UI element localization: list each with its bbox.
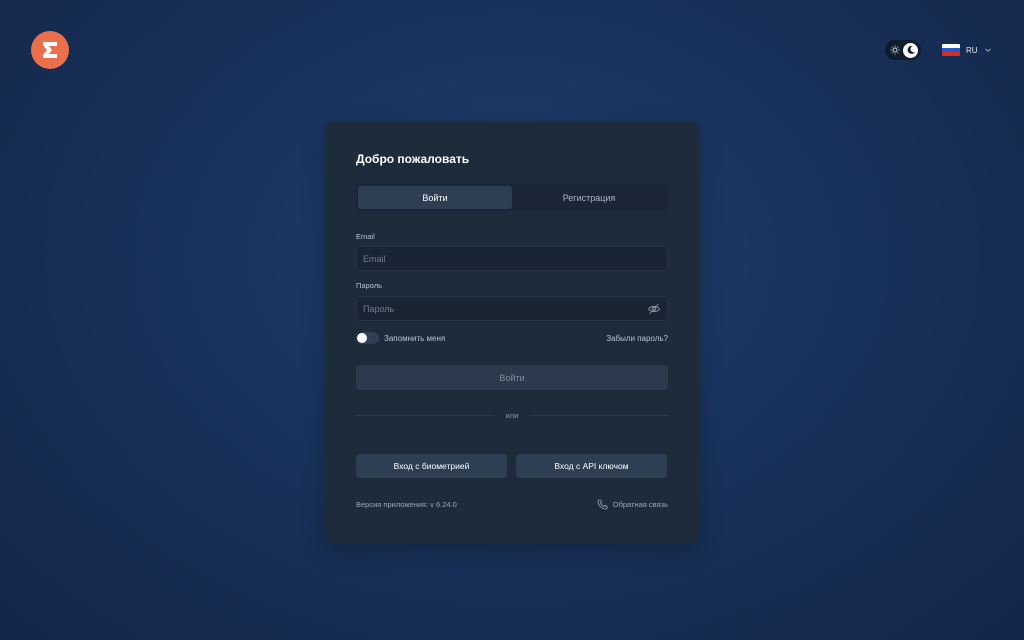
theme-toggle-knob (903, 42, 918, 58)
phone-icon (597, 499, 608, 510)
app-version: Версия приложения: v 6.24.0 (356, 500, 457, 509)
login-submit-button[interactable]: Войти (356, 365, 668, 390)
chevron-down-icon (984, 48, 991, 52)
language-code: RU (966, 45, 978, 55)
tab-register[interactable]: Регистрация (512, 186, 666, 209)
remember-me: Запомнить меня (356, 332, 445, 344)
biometric-login-button[interactable]: Вход с биометрией (356, 454, 507, 478)
forgot-password-link[interactable]: Забыли пароль? (606, 334, 668, 343)
remember-me-label: Запомнить меня (384, 333, 446, 343)
password-field[interactable] (363, 303, 647, 314)
eye-hidden-icon[interactable] (647, 302, 661, 316)
feedback-label: Обратная связь (612, 500, 668, 509)
card-title: Добро пожаловать (356, 152, 470, 166)
remember-me-toggle[interactable] (356, 332, 379, 344)
moon-icon (907, 45, 915, 54)
api-key-login-button[interactable]: Вход с API ключом (516, 454, 667, 478)
exness-logo-icon (43, 42, 57, 58)
divider-line-right (530, 415, 668, 416)
or-divider: или (356, 411, 668, 421)
language-selector[interactable]: RU (942, 42, 992, 58)
feedback-link[interactable]: Обратная связь (597, 499, 668, 510)
sun-icon (890, 45, 900, 55)
password-label: Пароль (356, 281, 383, 290)
password-field-wrapper (356, 296, 668, 321)
login-card: Добро пожаловать Войти Регистрация Email… (325, 122, 699, 544)
auth-tabs: Войти Регистрация (356, 184, 668, 211)
email-label: Email (356, 232, 375, 241)
email-field[interactable] (363, 253, 661, 264)
email-field-wrapper (356, 246, 668, 271)
remember-me-toggle-knob (357, 333, 367, 343)
russia-flag-icon (942, 44, 960, 56)
app-logo[interactable] (31, 31, 69, 69)
theme-toggle[interactable] (885, 40, 921, 60)
tab-login[interactable]: Войти (358, 186, 512, 209)
